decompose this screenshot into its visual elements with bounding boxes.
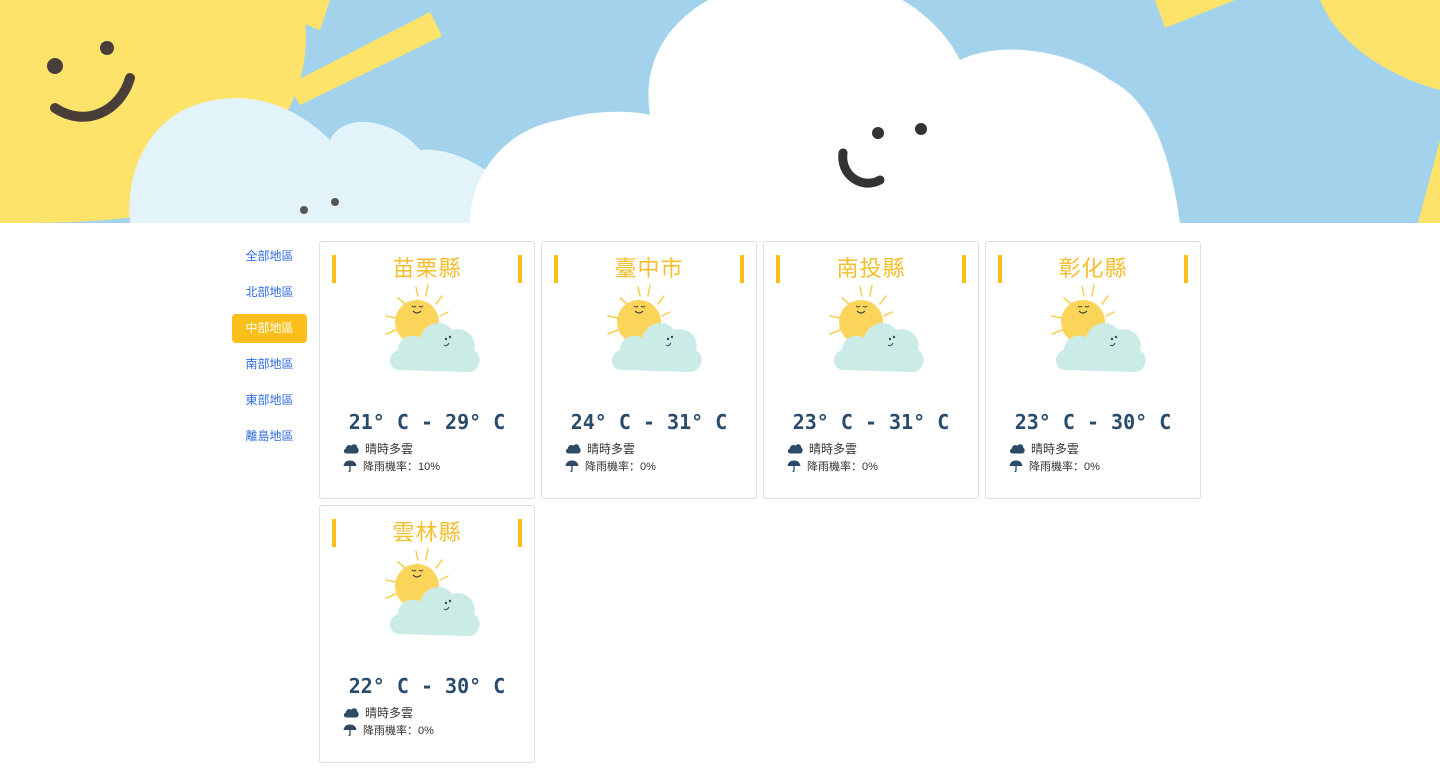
sun-behind-cloud-icon — [829, 284, 924, 372]
weather-description: 晴時多雲 — [587, 441, 636, 456]
weather-card: 彰化縣 23° C - 30° C 晴時多雲 降雨機率：0% — [985, 241, 1201, 499]
weather-description: 晴時多雲 — [1031, 441, 1080, 456]
rain-probability: 降雨機率：0% — [807, 461, 878, 473]
temperature-range: 24° C - 31° C — [570, 410, 728, 434]
rain-probability: 降雨機率：0% — [1029, 461, 1100, 473]
region-sidebar: 全部地區 北部地區 中部地區 南部地區 東部地區 離島地區 — [232, 242, 307, 458]
rain-probability-row: 降雨機率：10% — [343, 458, 440, 474]
sun-behind-cloud-icon — [1051, 284, 1146, 372]
sidebar-item-north[interactable]: 北部地區 — [232, 278, 307, 307]
title-bar-right — [518, 255, 522, 283]
title-bar-right — [740, 255, 744, 283]
umbrella-icon — [343, 460, 357, 472]
county-name: 苗栗縣 — [392, 256, 462, 281]
title-bar-right — [518, 519, 522, 547]
cloud-icon — [1009, 444, 1025, 454]
title-bar-right — [1184, 255, 1188, 283]
temperature-range: 23° C - 30° C — [1014, 410, 1172, 434]
weather-card: 南投縣 23° C - 31° C 晴時多雲 降雨機率：0% — [763, 241, 979, 499]
weather-description: 晴時多雲 — [365, 441, 414, 456]
county-name: 彰化縣 — [1058, 256, 1128, 281]
weather-card: 雲林縣 22° C - 30° C 晴時多雲 降雨機率：0% — [319, 505, 535, 763]
cloud-icon — [343, 708, 359, 718]
temperature-range: 22° C - 30° C — [348, 674, 506, 698]
header-banner — [0, 0, 1440, 223]
umbrella-icon — [343, 724, 357, 736]
umbrella-icon — [787, 460, 801, 472]
rain-probability-row: 降雨機率：0% — [1009, 458, 1100, 474]
sidebar-item-islands[interactable]: 離島地區 — [232, 422, 307, 451]
rain-probability: 降雨機率：0% — [363, 725, 434, 737]
cloud-icon — [787, 444, 803, 454]
temperature-range: 23° C - 31° C — [792, 410, 950, 434]
cloud-icon — [343, 444, 359, 454]
title-bar-right — [962, 255, 966, 283]
sun-behind-cloud-icon — [385, 548, 480, 636]
sun-behind-cloud-icon — [607, 284, 702, 372]
weather-description: 晴時多雲 — [365, 705, 414, 720]
sidebar-item-all[interactable]: 全部地區 — [232, 242, 307, 271]
umbrella-icon — [565, 460, 579, 472]
cloud-icon — [565, 444, 581, 454]
rain-probability: 降雨機率：0% — [585, 461, 656, 473]
weather-description-row: 晴時多雲 — [343, 440, 413, 456]
weather-description-row: 晴時多雲 — [1009, 440, 1079, 456]
weather-description: 晴時多雲 — [809, 441, 858, 456]
county-name: 雲林縣 — [392, 520, 462, 545]
temperature-range: 21° C - 29° C — [348, 410, 506, 434]
sidebar-item-central[interactable]: 中部地區 — [232, 314, 307, 343]
weather-description-row: 晴時多雲 — [565, 440, 635, 456]
weather-description-row: 晴時多雲 — [787, 440, 857, 456]
sidebar-item-east[interactable]: 東部地區 — [232, 386, 307, 415]
rain-probability-row: 降雨機率：0% — [565, 458, 656, 474]
sidebar-item-south[interactable]: 南部地區 — [232, 350, 307, 379]
rain-probability-row: 降雨機率：0% — [787, 458, 878, 474]
rain-probability-row: 降雨機率：0% — [343, 722, 434, 738]
banner-illustration — [0, 0, 1440, 223]
rain-probability: 降雨機率：10% — [363, 461, 441, 473]
county-name: 臺中市 — [614, 256, 684, 281]
weather-card: 苗栗縣 21° C - 29° C 晴時多雲 降雨機率：10% — [319, 241, 535, 499]
weather-description-row: 晴時多雲 — [343, 704, 413, 720]
county-name: 南投縣 — [836, 256, 906, 281]
weather-card: 臺中市 24° C - 31° C 晴時多雲 降雨機率：0% — [541, 241, 757, 499]
umbrella-icon — [1009, 460, 1023, 472]
sun-behind-cloud-icon — [385, 284, 480, 372]
